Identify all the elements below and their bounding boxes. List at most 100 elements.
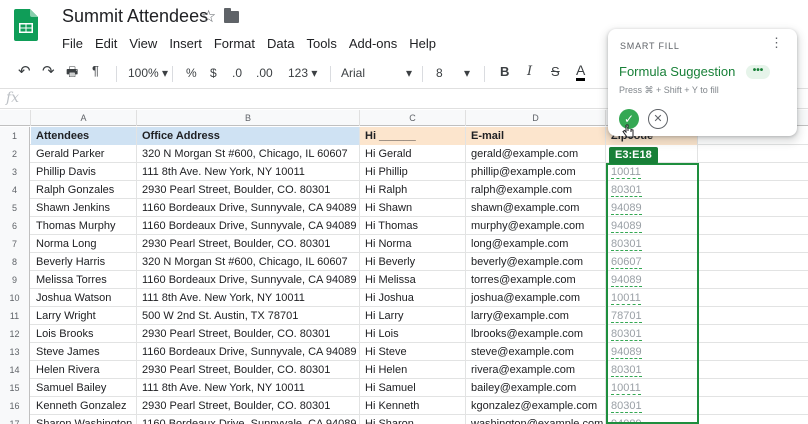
reject-suggestion-button[interactable]: ✕ bbox=[648, 109, 668, 129]
cell[interactable]: Shawn Jenkins bbox=[31, 199, 137, 217]
cell[interactable]: Hi Shawn bbox=[360, 199, 466, 217]
select-all-corner[interactable] bbox=[0, 110, 31, 126]
suggested-zipcode-cell[interactable]: 60607 bbox=[606, 253, 698, 271]
row-header[interactable]: 4 bbox=[0, 181, 30, 199]
cell[interactable]: Steve James bbox=[31, 343, 137, 361]
column-header-a[interactable]: A bbox=[31, 110, 137, 126]
cell[interactable]: 320 N Morgan St #600, Chicago, IL 60607 bbox=[137, 253, 360, 271]
cell[interactable]: Hi Helen bbox=[360, 361, 466, 379]
cell[interactable]: bailey@example.com bbox=[466, 379, 606, 397]
row-header[interactable]: 9 bbox=[0, 271, 30, 289]
show-formula-button[interactable]: ••• bbox=[746, 65, 770, 79]
cell[interactable]: Attendees bbox=[31, 127, 137, 145]
cell[interactable]: long@example.com bbox=[466, 235, 606, 253]
suggested-zipcode-cell[interactable]: 10011 bbox=[606, 379, 698, 397]
row-header[interactable]: 15 bbox=[0, 379, 30, 397]
menu-file[interactable]: File bbox=[62, 36, 83, 51]
cell[interactable]: Kenneth Gonzalez bbox=[31, 397, 137, 415]
row-header[interactable]: 10 bbox=[0, 289, 30, 307]
suggested-zipcode-cell[interactable]: 80301 bbox=[606, 181, 698, 199]
bold-button[interactable]: B bbox=[500, 64, 509, 79]
cell[interactable]: 111 8th Ave. New York, NY 10011 bbox=[137, 289, 360, 307]
row-header[interactable]: 8 bbox=[0, 253, 30, 271]
cell[interactable]: larry@example.com bbox=[466, 307, 606, 325]
cell[interactable]: Beverly Harris bbox=[31, 253, 137, 271]
currency-format-button[interactable]: $ bbox=[210, 66, 217, 80]
cell[interactable]: kgonzalez@example.com bbox=[466, 397, 606, 415]
row-header[interactable]: 7 bbox=[0, 235, 30, 253]
cell[interactable]: Office Address bbox=[137, 127, 360, 145]
zoom-select[interactable]: 100% ▾ bbox=[128, 66, 168, 80]
row-header[interactable]: 1 bbox=[0, 127, 30, 145]
row-header[interactable]: 5 bbox=[0, 199, 30, 217]
cell[interactable]: Phillip Davis bbox=[31, 163, 137, 181]
column-header-d[interactable]: D bbox=[466, 110, 606, 126]
cell[interactable]: Hi Steve bbox=[360, 343, 466, 361]
suggested-zipcode-cell[interactable]: 80301 bbox=[606, 325, 698, 343]
undo-icon[interactable]: ↶ bbox=[18, 62, 31, 80]
strikethrough-button[interactable]: S bbox=[551, 64, 560, 79]
cell[interactable]: Hi Beverly bbox=[360, 253, 466, 271]
cell[interactable]: Gerald Parker bbox=[31, 145, 137, 163]
cell[interactable]: gerald@example.com bbox=[466, 145, 606, 163]
suggested-zipcode-cell[interactable]: 94089 bbox=[606, 199, 698, 217]
cell[interactable]: joshua@example.com bbox=[466, 289, 606, 307]
suggested-zipcode-cell[interactable]: 80301 bbox=[606, 235, 698, 253]
star-icon[interactable]: ☆ bbox=[201, 7, 216, 27]
row-header[interactable]: 17 bbox=[0, 415, 30, 424]
cell[interactable]: beverly@example.com bbox=[466, 253, 606, 271]
suggested-zipcode-cell[interactable]: 10011 bbox=[606, 163, 698, 181]
menu-tools[interactable]: Tools bbox=[306, 36, 336, 51]
row-header[interactable]: 13 bbox=[0, 343, 30, 361]
menu-format[interactable]: Format bbox=[214, 36, 255, 51]
cell[interactable]: 111 8th Ave. New York, NY 10011 bbox=[137, 379, 360, 397]
suggested-zipcode-cell[interactable]: 10011 bbox=[606, 289, 698, 307]
cell[interactable]: murphy@example.com bbox=[466, 217, 606, 235]
text-color-button[interactable]: A bbox=[576, 63, 586, 81]
italic-button[interactable]: I bbox=[527, 64, 532, 79]
suggested-zipcode-cell[interactable]: 94089 bbox=[606, 271, 698, 289]
row-header[interactable]: 11 bbox=[0, 307, 30, 325]
cell[interactable]: torres@example.com bbox=[466, 271, 606, 289]
percent-format-button[interactable]: % bbox=[186, 66, 197, 80]
menu-addons[interactable]: Add-ons bbox=[349, 36, 397, 51]
font-size-select[interactable]: 8 bbox=[436, 66, 443, 80]
cell[interactable]: E-mail bbox=[466, 127, 606, 145]
cell[interactable]: 1160 Bordeaux Drive, Sunnyvale, CA 94089 bbox=[137, 199, 360, 217]
cell[interactable]: shawn@example.com bbox=[466, 199, 606, 217]
cell[interactable]: 2930 Pearl Street, Boulder, CO. 80301 bbox=[137, 397, 360, 415]
row-header[interactable]: 12 bbox=[0, 325, 30, 343]
cell[interactable]: 2930 Pearl Street, Boulder, CO. 80301 bbox=[137, 361, 360, 379]
row-header[interactable]: 3 bbox=[0, 163, 30, 181]
cell[interactable]: Hi Phillip bbox=[360, 163, 466, 181]
cell[interactable]: Hi Samuel bbox=[360, 379, 466, 397]
menu-view[interactable]: View bbox=[129, 36, 157, 51]
suggested-zipcode-cell[interactable]: 78701 bbox=[606, 307, 698, 325]
more-options-icon[interactable]: ⋮ bbox=[770, 36, 783, 49]
column-header-b[interactable]: B bbox=[137, 110, 360, 126]
menu-help[interactable]: Help bbox=[409, 36, 436, 51]
suggested-zipcode-cell[interactable]: 80301 bbox=[606, 397, 698, 415]
paint-format-icon[interactable]: ¶ bbox=[92, 63, 99, 78]
cell[interactable]: phillip@example.com bbox=[466, 163, 606, 181]
folder-icon[interactable] bbox=[224, 8, 239, 23]
sheets-logo-icon[interactable] bbox=[14, 9, 38, 41]
cell[interactable]: Hi Larry bbox=[360, 307, 466, 325]
cell[interactable]: Hi ______ bbox=[360, 127, 466, 145]
cell[interactable]: Hi Sharon bbox=[360, 415, 466, 424]
row-header[interactable]: 14 bbox=[0, 361, 30, 379]
cell[interactable]: 320 N Morgan St #600, Chicago, IL 60607 bbox=[137, 145, 360, 163]
cell[interactable]: 111 8th Ave. New York, NY 10011 bbox=[137, 163, 360, 181]
cell[interactable]: steve@example.com bbox=[466, 343, 606, 361]
chevron-down-icon[interactable]: ▾ bbox=[406, 66, 412, 80]
cell[interactable]: 1160 Bordeaux Drive, Sunnyvale, CA 94089 bbox=[137, 415, 360, 424]
cell[interactable]: Helen Rivera bbox=[31, 361, 137, 379]
cell[interactable]: Thomas Murphy bbox=[31, 217, 137, 235]
row-header[interactable]: 2 bbox=[0, 145, 30, 163]
cell[interactable]: Hi Melissa bbox=[360, 271, 466, 289]
cell[interactable]: Hi Gerald bbox=[360, 145, 466, 163]
row-header[interactable]: 6 bbox=[0, 217, 30, 235]
cell[interactable]: Norma Long bbox=[31, 235, 137, 253]
suggested-zipcode-cell[interactable]: 80301 bbox=[606, 361, 698, 379]
cell[interactable]: 2930 Pearl Street, Boulder, CO. 80301 bbox=[137, 325, 360, 343]
